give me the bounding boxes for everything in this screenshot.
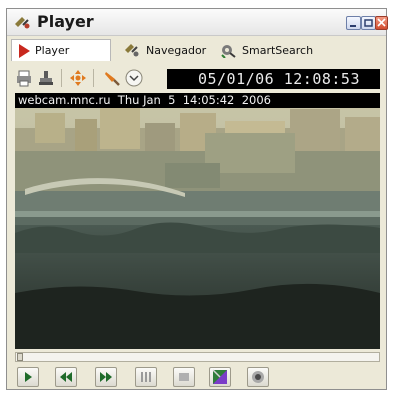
toolbar: 05/01/06 12:08:53	[7, 65, 386, 91]
brush-icon[interactable]	[103, 69, 121, 87]
move-icon[interactable]	[69, 69, 87, 87]
fast-forward-button[interactable]	[95, 367, 117, 387]
playback-controls	[7, 367, 386, 389]
play-icon	[19, 43, 30, 58]
minimize-icon	[350, 25, 356, 27]
rewind-button[interactable]	[55, 367, 77, 387]
webcam-image	[15, 93, 380, 349]
video-overlay-text: webcam.mnc.ru Thu Jan 5 14:05:42 2006	[15, 93, 380, 108]
toolbar-separator	[61, 69, 62, 87]
maximize-button[interactable]	[361, 16, 376, 30]
close-icon	[377, 18, 386, 27]
tab-player-label: Player	[35, 44, 70, 57]
dropdown-icon[interactable]	[125, 69, 143, 87]
step-back-button[interactable]	[135, 367, 157, 387]
close-button[interactable]	[375, 16, 388, 30]
timestamp-display: 05/01/06 12:08:53	[167, 69, 380, 89]
color-button[interactable]	[209, 367, 231, 387]
toolbar-separator	[93, 69, 94, 87]
frame-icon	[179, 373, 189, 381]
app-satellite-icon	[15, 17, 30, 29]
title-bar[interactable]: Player	[7, 9, 388, 36]
tab-smartsearch[interactable]: SmartSearch	[213, 39, 317, 61]
step-icon	[141, 372, 151, 382]
maximize-icon	[364, 19, 373, 27]
video-viewport[interactable]: webcam.mnc.ru Thu Jan 5 14:05:42 2006	[15, 93, 380, 349]
frame-button[interactable]	[173, 367, 195, 387]
seek-bar[interactable]	[15, 352, 380, 362]
tab-smartsearch-label: SmartSearch	[242, 43, 314, 57]
color-palette-icon	[212, 369, 227, 384]
window-title: Player	[37, 12, 94, 31]
rewind-icon	[60, 372, 72, 382]
tab-bar: Player Navegador SmartSearch	[7, 36, 386, 64]
search-gear-icon	[221, 45, 236, 58]
print-icon[interactable]	[15, 69, 33, 87]
player-window: Player Player Navegador SmartSearch 05/0…	[6, 8, 388, 390]
snapshot-icon	[252, 371, 264, 383]
stamp-icon[interactable]	[37, 69, 55, 87]
tab-navegador[interactable]: Navegador	[117, 39, 213, 61]
tab-navegador-label: Navegador	[146, 43, 207, 57]
fast-forward-icon	[100, 372, 112, 382]
play-icon	[25, 372, 32, 382]
minimize-button[interactable]	[346, 16, 361, 30]
seek-thumb[interactable]	[17, 353, 23, 361]
satellite-icon	[125, 44, 139, 57]
snapshot-button[interactable]	[247, 367, 269, 387]
tab-player[interactable]: Player	[11, 39, 111, 61]
play-button[interactable]	[17, 367, 39, 387]
